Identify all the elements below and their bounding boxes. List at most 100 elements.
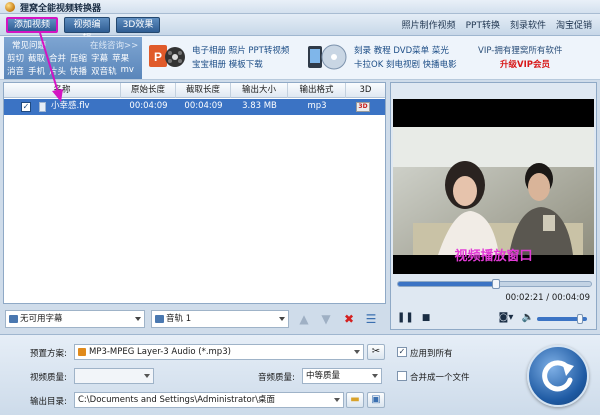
convert-button[interactable]	[527, 345, 589, 407]
preset-settings-icon[interactable]: ✂	[367, 344, 385, 360]
faq-link[interactable]: 消音	[7, 65, 24, 77]
video-window-label: 视频播放窗口	[454, 249, 533, 264]
promo-dvd-line1[interactable]: 刻录 教程 DVD菜单 菜光	[354, 44, 449, 56]
subtitle-value: 无可用字幕	[20, 314, 63, 324]
faq-row-2: 消音 手机 片头 快播 双音轨 mv	[7, 65, 134, 77]
chevron-down-icon	[354, 350, 360, 354]
snapshot-camera-icon[interactable]: ◙▾	[495, 311, 517, 325]
video-quality-label: 视频质量:	[30, 373, 67, 383]
chevron-down-icon	[144, 374, 150, 378]
file-icon	[39, 102, 46, 112]
column-header-3d[interactable]: 3D	[346, 83, 385, 98]
faq-link[interactable]: 双音轨	[91, 65, 117, 77]
subtitle-select[interactable]: 无可用字幕	[5, 310, 145, 328]
merge-label: 合并成一个文件	[410, 373, 470, 383]
window-title: 狸窝全能视频转换器	[20, 4, 102, 14]
link-burn-software[interactable]: 刻录软件	[510, 18, 546, 31]
output-dir-label: 输出目录:	[30, 397, 67, 407]
faq-panel: 常见问题 在线咨询>> 剪切 截取 合并 压缩 字幕 苹果 消音 手机 片头 快…	[4, 37, 142, 79]
column-header-name[interactable]: 名称	[4, 83, 121, 98]
column-header-clip-length[interactable]: 截取长度	[176, 83, 231, 98]
vip-promo-text[interactable]: VIP-拥有狸窝所有软件	[478, 44, 562, 56]
convert-arrow-icon	[542, 360, 574, 392]
chevron-down-icon	[334, 398, 340, 402]
app-logo-icon	[5, 2, 15, 12]
merge-checkbox[interactable]	[397, 371, 407, 381]
photo-album-icon[interactable]: P	[148, 42, 186, 72]
preset-select[interactable]: MP3-MPEG Layer-3 Audio (*.mp3)	[74, 344, 364, 360]
audio-quality-label: 音频质量:	[258, 373, 295, 383]
faq-link[interactable]: 压缩	[70, 52, 87, 64]
volume-slider[interactable]	[537, 314, 587, 324]
row-checkbox[interactable]: ✓	[21, 102, 31, 112]
volume-handle[interactable]	[576, 314, 583, 324]
faq-link[interactable]: 合并	[49, 52, 66, 64]
audio-format-icon	[78, 348, 86, 356]
promo-album-line1[interactable]: 电子相册 照片 PPT转视频	[192, 44, 289, 56]
original-length-cell: 00:04:09	[129, 101, 168, 111]
faq-link[interactable]: 片头	[49, 65, 66, 77]
open-folder-icon[interactable]: ▣	[367, 392, 385, 408]
file-list-header: 名称 原始长度 截取长度 输出大小 输出格式 3D	[4, 83, 385, 98]
faq-link[interactable]: 手机	[28, 65, 45, 77]
faq-link[interactable]: 字幕	[91, 52, 108, 64]
apply-all-label: 应用到所有	[410, 349, 453, 359]
preset-value: MP3-MPEG Layer-3 Audio (*.mp3)	[89, 347, 231, 357]
video-player[interactable]: 视频播放窗口	[393, 99, 594, 274]
clip-length-cell: 00:04:09	[184, 101, 223, 111]
audio-track-select[interactable]: 音轨 1	[151, 310, 289, 328]
chevron-down-icon	[372, 374, 378, 378]
column-header-output-format[interactable]: 输出格式	[288, 83, 346, 98]
video-quality-select[interactable]	[74, 368, 154, 384]
link-taobao-promo[interactable]: 淘宝促销	[556, 18, 592, 31]
3d-badge-icon[interactable]: 3D	[356, 102, 370, 112]
add-video-button[interactable]: 添加视频	[6, 17, 58, 33]
move-down-icon[interactable]: ▼	[318, 311, 334, 327]
seek-bar[interactable]	[397, 279, 592, 289]
promo-album-line2[interactable]: 宝宝相册 模板下载	[192, 58, 263, 70]
file-name: 小幸感.flv	[51, 101, 90, 111]
apply-all-checkbox[interactable]: ✓	[397, 347, 407, 357]
audio-track-value: 音轨 1	[166, 314, 192, 324]
faq-link[interactable]: 剪切	[7, 52, 24, 64]
top-links: 照片制作视频 PPT转换 刻录软件 淘宝促销	[402, 18, 592, 31]
link-ppt-convert[interactable]: PPT转换	[466, 18, 500, 31]
faq-title[interactable]: 常见问题	[12, 39, 46, 51]
promo-dvd-line2[interactable]: 卡拉OK 刻电视剧 快播电影	[354, 58, 457, 70]
link-photo-video[interactable]: 照片制作视频	[402, 18, 456, 31]
output-size-cell: 3.83 MB	[242, 101, 277, 111]
column-header-original-length[interactable]: 原始长度	[121, 83, 176, 98]
output-dir-field[interactable]: C:\Documents and Settings\Administrator\…	[74, 392, 344, 408]
column-header-output-size[interactable]: 输出大小	[231, 83, 288, 98]
output-format-cell: mp3	[307, 101, 327, 111]
list-toolbar: 无可用字幕 音轨 1 ▲ ▼ ✖ ☰	[3, 308, 386, 330]
subtitle-icon	[9, 315, 18, 323]
faq-link[interactable]: 截取	[28, 52, 45, 64]
dvd-burn-icon[interactable]	[306, 42, 348, 72]
output-dir-value: C:\Documents and Settings\Administrator\…	[78, 395, 276, 405]
video-edit-button[interactable]: 视频编辑	[64, 17, 110, 44]
main-toolbar: 添加视频 视频编辑 3D效果 照片制作视频 PPT转换 刻录软件 淘宝促销	[0, 14, 600, 44]
pause-icon[interactable]: ❚❚	[397, 311, 414, 325]
promo-banner: 常见问题 在线咨询>> 剪切 截取 合并 压缩 字幕 苹果 消音 手机 片头 快…	[0, 36, 600, 80]
preview-panel: 视频播放窗口 00:02:21 / 00:04:09 ❚❚ ■ ◙▾ 🔈	[390, 82, 597, 330]
audio-quality-select[interactable]: 中等质量	[302, 368, 382, 384]
seek-handle[interactable]	[492, 279, 501, 289]
faq-link[interactable]: mv	[121, 65, 134, 77]
faq-link[interactable]: 苹果	[112, 52, 129, 64]
stop-icon[interactable]: ■	[419, 311, 433, 325]
list-options-icon[interactable]: ☰	[363, 311, 379, 327]
move-up-icon[interactable]: ▲	[296, 311, 312, 327]
faq-link[interactable]: 快播	[70, 65, 87, 77]
browse-folder-icon[interactable]: ▬	[346, 392, 364, 408]
online-consult-link[interactable]: 在线咨询>>	[90, 39, 138, 51]
svg-text:P: P	[154, 50, 162, 64]
vip-upgrade-link[interactable]: 升级VIP会员	[500, 58, 550, 70]
faq-row-1: 剪切 截取 合并 压缩 字幕 苹果	[7, 52, 129, 64]
table-row[interactable]: ✓ 小幸感.flv 00:04:09 00:04:09 3.83 MB mp3 …	[4, 99, 385, 115]
chevron-down-icon	[279, 317, 285, 321]
3d-effects-button[interactable]: 3D效果	[116, 17, 160, 33]
preset-label: 预置方案:	[30, 349, 67, 359]
volume-icon[interactable]: 🔈	[521, 311, 535, 325]
delete-icon[interactable]: ✖	[341, 311, 357, 327]
